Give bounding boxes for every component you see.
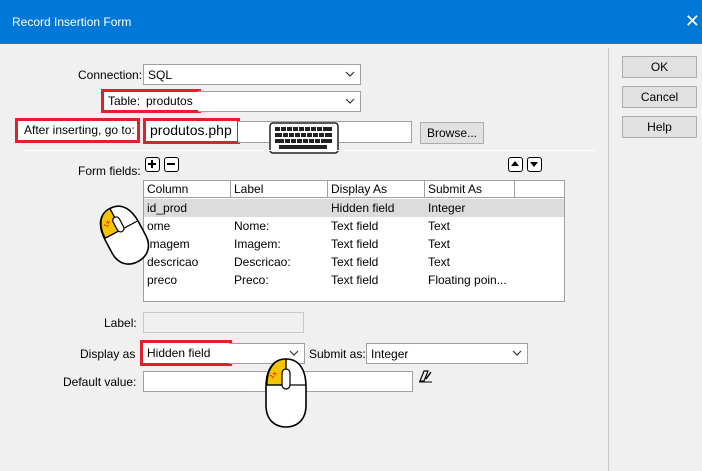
- cell-label: Descricao:: [234, 255, 291, 269]
- after-insert-value: produtos.php: [150, 122, 232, 138]
- col-header-column[interactable]: Column: [144, 181, 231, 198]
- after-insert-input-highlight[interactable]: produtos.php: [143, 118, 240, 144]
- cell-label: Nome:: [234, 219, 270, 233]
- mouse-click-icon: 1x: [258, 353, 314, 436]
- connection-label: Connection:: [78, 68, 143, 82]
- cell-submit: Floating poin...: [428, 273, 507, 287]
- button-panel-divider: [608, 48, 609, 471]
- default-value-label: Default value:: [63, 375, 137, 389]
- cell-column: descricao: [147, 255, 199, 269]
- section-divider: [24, 150, 596, 151]
- after-insert-label: After inserting, go to:: [24, 123, 135, 137]
- cell-submit: Text: [428, 255, 451, 269]
- connection-value: SQL: [148, 68, 173, 82]
- cell-submit: Text: [428, 219, 451, 233]
- after-insert-label-highlight: After inserting, go to:: [15, 118, 140, 143]
- dialog-title: Record Insertion Form: [12, 15, 132, 29]
- remove-field-button[interactable]: [164, 157, 179, 172]
- submit-as-select[interactable]: Integer: [366, 343, 528, 364]
- dialog-body: Connection: SQL Table: produtos After in…: [0, 44, 702, 471]
- table-label-highlight: Table: produtos: [101, 89, 201, 113]
- table-header: Column Label Display As Submit As: [144, 181, 564, 198]
- cancel-button[interactable]: Cancel: [622, 86, 697, 108]
- cell-display: Text field: [331, 219, 379, 233]
- label-input[interactable]: [143, 312, 304, 333]
- close-icon[interactable]: ✕: [685, 12, 700, 30]
- form-fields-label: Form fields:: [78, 164, 141, 178]
- form-fields-table[interactable]: Column Label Display As Submit As id_pro…: [143, 180, 565, 302]
- table-row[interactable]: descricao Descricao: Text field Text: [144, 253, 564, 271]
- mouse-click-icon: 1x: [98, 199, 150, 274]
- cell-column: id_prod: [147, 201, 188, 215]
- cell-column: imagem: [147, 237, 190, 251]
- dynamic-data-icon[interactable]: [418, 368, 434, 387]
- col-header-submit-as[interactable]: Submit As: [425, 181, 515, 198]
- cell-display: Text field: [331, 255, 379, 269]
- cell-display: Hidden field: [331, 201, 395, 215]
- dialog-titlebar: Record Insertion Form ✕: [0, 0, 702, 44]
- cell-display: Text field: [331, 237, 379, 251]
- display-as-label: Display as: [80, 347, 136, 361]
- chevron-down-icon: [512, 348, 522, 358]
- chevron-down-icon: [345, 69, 355, 79]
- cell-label: Imagem:: [234, 237, 281, 251]
- browse-button[interactable]: Browse...: [420, 122, 484, 144]
- submit-as-label: Submit as:: [309, 347, 366, 361]
- table-row[interactable]: id_prod Hidden field Integer: [144, 199, 564, 217]
- cell-display: Text field: [331, 273, 379, 287]
- chevron-down-icon: [345, 96, 355, 106]
- cell-submit: Text: [428, 237, 451, 251]
- cell-label: Preco:: [234, 273, 269, 287]
- display-as-value: Hidden field: [147, 346, 211, 360]
- connection-select[interactable]: SQL: [143, 64, 361, 85]
- table-select[interactable]: [198, 91, 361, 112]
- help-button[interactable]: Help: [622, 116, 697, 138]
- label-field-label: Label:: [104, 316, 137, 330]
- table-label: Table:: [108, 94, 141, 108]
- display-as-highlight[interactable]: Hidden field: [140, 340, 232, 366]
- table-row[interactable]: preco Preco: Text field Floating poin...: [144, 271, 564, 289]
- col-header-label[interactable]: Label: [231, 181, 328, 198]
- move-up-button[interactable]: [508, 157, 523, 172]
- table-value: produtos: [146, 94, 193, 108]
- col-header-display-as[interactable]: Display As: [328, 181, 425, 198]
- table-row[interactable]: ome Nome: Text field Text: [144, 217, 564, 235]
- cell-submit: Integer: [428, 201, 466, 215]
- submit-as-value: Integer: [371, 347, 409, 361]
- move-down-button[interactable]: [527, 157, 542, 172]
- ok-button[interactable]: OK: [622, 56, 697, 78]
- add-field-button[interactable]: [145, 157, 160, 172]
- table-row[interactable]: imagem Imagem: Text field Text: [144, 235, 564, 253]
